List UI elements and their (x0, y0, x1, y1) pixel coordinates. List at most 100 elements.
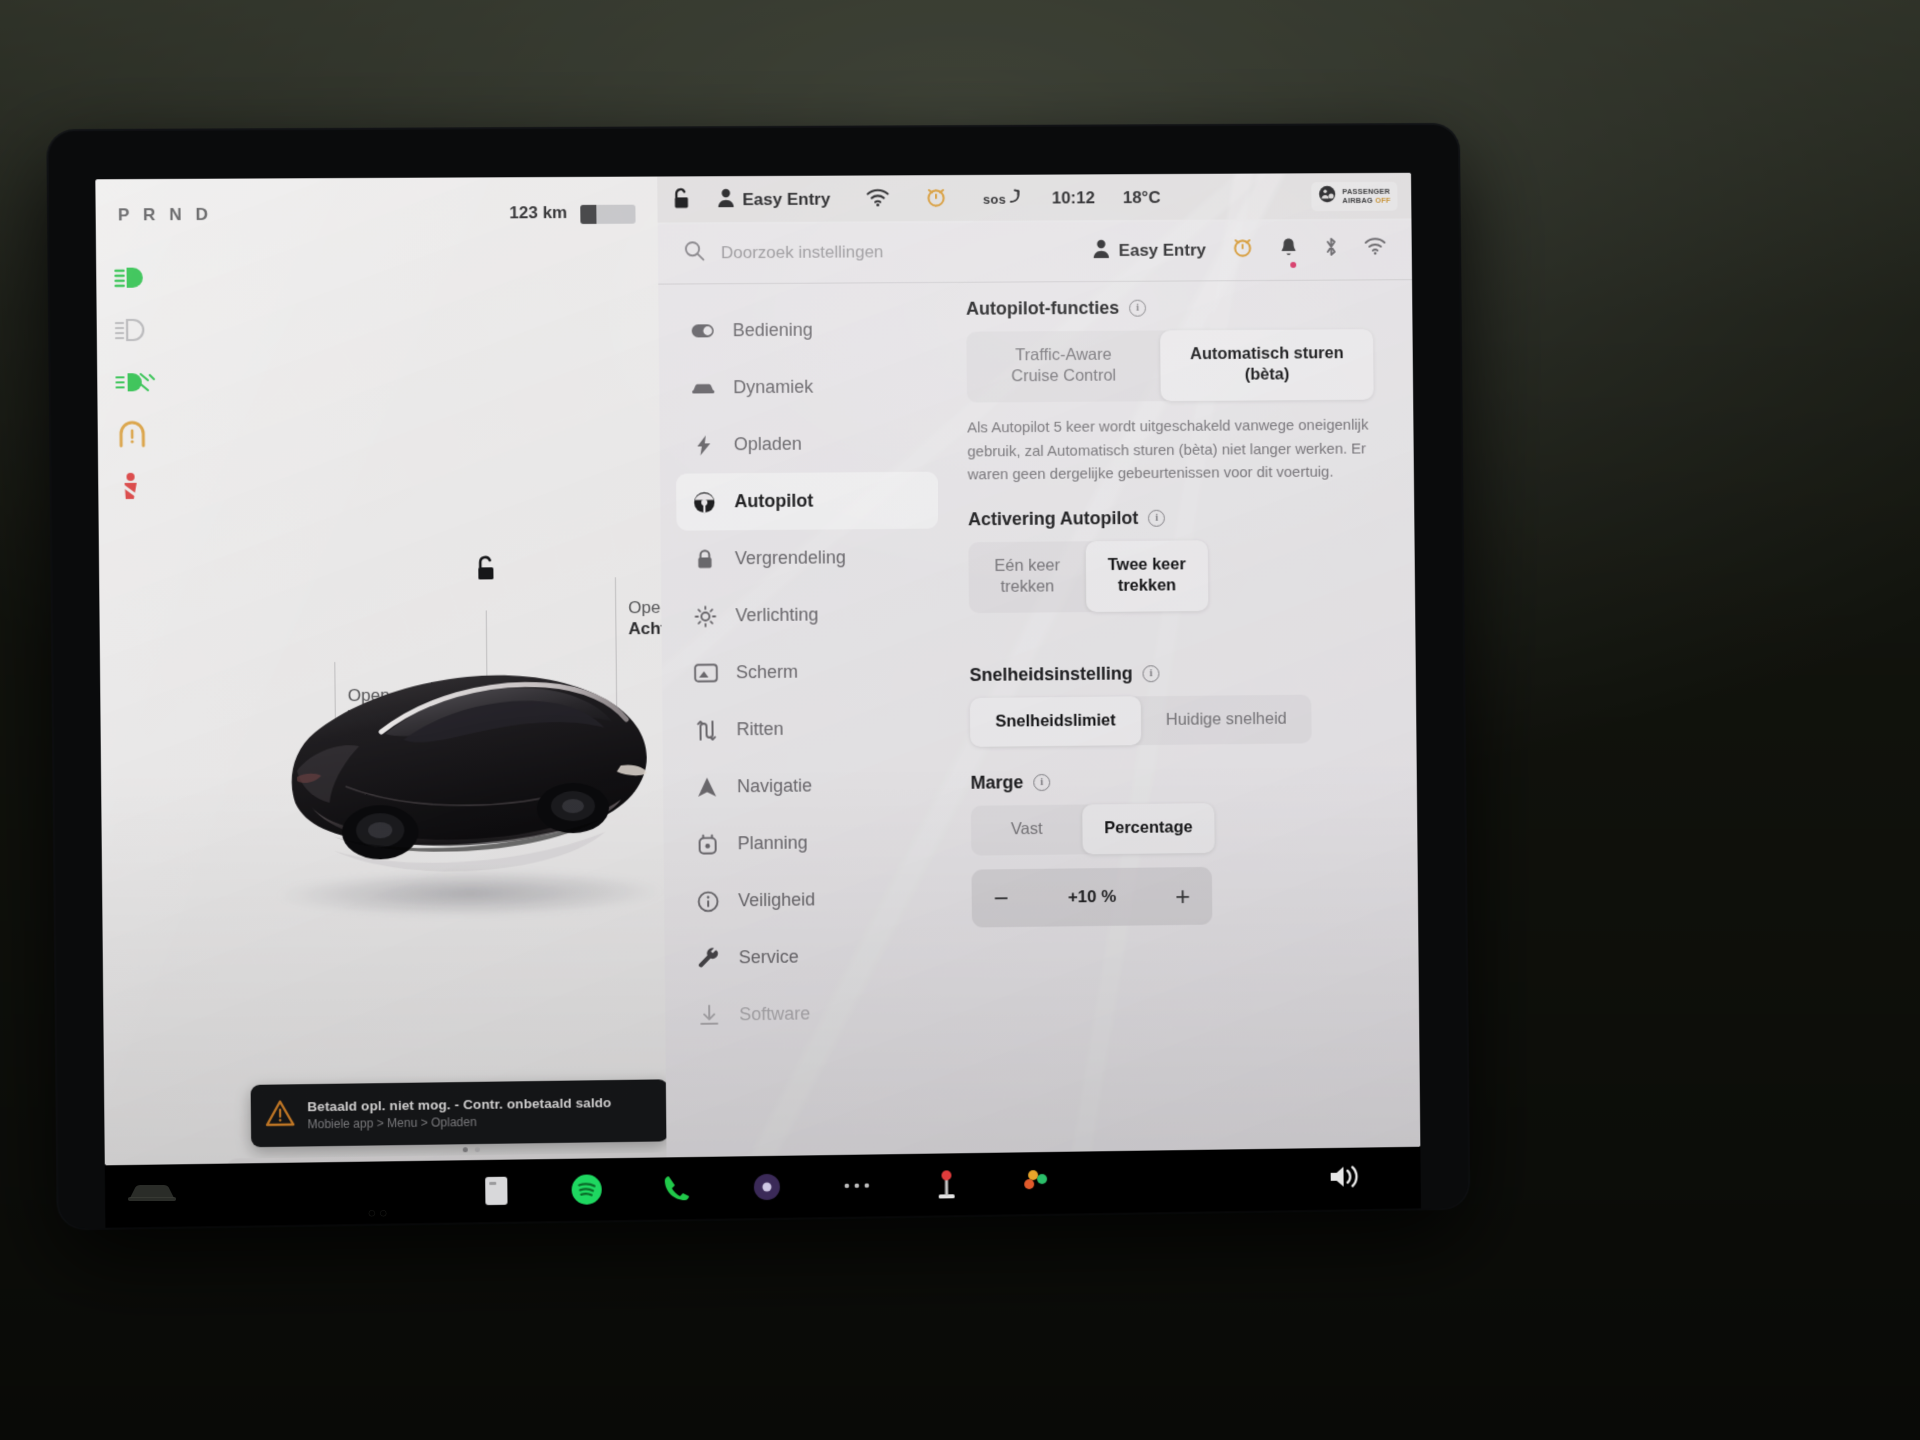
phone-app-icon[interactable] (660, 1171, 694, 1206)
option-single-pull[interactable]: Eén keer trekken (968, 541, 1086, 613)
vehicle-panel: P R N D 123 km Open Open Betaald opl. ni… (95, 176, 712, 1166)
car-icon (691, 380, 715, 396)
search-input[interactable]: Doorzoek instellingen (721, 241, 1077, 263)
tacc-line2: Cruise Control (1011, 367, 1117, 386)
sidebar-item-autopilot[interactable]: Autopilot (676, 471, 939, 531)
sidebar-item-navigatie[interactable]: Navigatie (679, 756, 941, 816)
dashboard-sensor-glyph: ◌ ◌ (368, 1205, 388, 1220)
info-icon[interactable]: i (1142, 665, 1160, 683)
sidebar-item-bediening[interactable]: Bediening (674, 301, 936, 360)
margin-stepper[interactable]: − +10 % + (971, 866, 1213, 928)
double-pull-line1: Twee keer (1107, 555, 1186, 574)
wifi-icon[interactable] (866, 188, 889, 211)
download-icon (697, 1004, 721, 1026)
vehicle-render[interactable] (251, 607, 676, 902)
speed-setting-segmented-control[interactable]: Snelheidslimiet Huidige snelheid (969, 694, 1312, 748)
telltale-indicators (114, 251, 173, 513)
navigation-arrow-icon (695, 776, 719, 798)
sidebar-label: Veiligheid (738, 889, 816, 911)
autopilot-features-heading-row: Autopilot-functies i (966, 296, 1373, 319)
passenger-airbag-indicator: PASSENGER AIRBAG OFF (1311, 181, 1398, 212)
sidebar-item-service[interactable]: Service (680, 927, 942, 987)
airbag-label-line2: AIRBAG (1342, 195, 1373, 205)
airbag-person-icon (1319, 185, 1337, 208)
page-indicator-dots[interactable] (462, 1147, 480, 1153)
settings-body: Bediening Dynamiek Opladen Autopilot Ver… (658, 280, 1420, 1157)
unlocked-padlock-icon[interactable] (474, 554, 498, 587)
option-percentage[interactable]: Percentage (1082, 803, 1215, 855)
sidebar-item-software[interactable]: Software (681, 984, 943, 1044)
autopilot-settings-content: Autopilot-functies i Traffic-Aware Cruis… (936, 280, 1420, 1153)
sidebar-label: Bediening (732, 319, 813, 341)
sos-arc-icon (1009, 188, 1022, 209)
joystick-app-icon[interactable] (929, 1167, 963, 1201)
autopilot-features-segmented-control[interactable]: Traffic-Aware Cruise Control Automatisch… (966, 329, 1374, 403)
wifi-icon[interactable] (1364, 238, 1386, 261)
sidebar-item-scherm[interactable]: Scherm (678, 642, 940, 701)
settings-sheet: Doorzoek instellingen Easy Entry Bedieni… (657, 218, 1421, 1158)
margin-value: +10 % (1067, 886, 1117, 907)
toggle-switch-icon (691, 323, 715, 338)
sidebar-item-verlichting[interactable]: Verlichting (677, 585, 939, 644)
more-apps-icon[interactable] (840, 1168, 874, 1202)
info-icon[interactable]: i (1148, 509, 1166, 527)
margin-segmented-control[interactable]: Vast Percentage (970, 803, 1215, 856)
bell-icon[interactable] (1279, 237, 1298, 268)
margin-increase-button[interactable]: + (1175, 881, 1190, 911)
sidebar-item-ritten[interactable]: Ritten (678, 699, 940, 759)
sidebar-item-planning[interactable]: Planning (679, 813, 941, 873)
option-speed-limit[interactable]: Snelheidslimiet (969, 696, 1142, 748)
info-icon[interactable]: i (1033, 774, 1051, 792)
display-icon (693, 663, 718, 682)
alarm-clock-icon[interactable] (925, 186, 947, 213)
wrench-icon (697, 947, 721, 969)
toast-subtitle: Mobiele app > Menu > Opladen (307, 1114, 477, 1132)
search-icon (684, 240, 705, 266)
sidebar-item-dynamiek[interactable]: Dynamiek (675, 358, 937, 417)
person-icon (717, 188, 734, 212)
option-current-speed[interactable]: Huidige snelheid (1141, 694, 1312, 745)
option-traffic-aware-cruise-control[interactable]: Traffic-Aware Cruise Control (966, 330, 1161, 402)
speed-setting-heading-row: Snelheidsinstelling i (969, 661, 1376, 686)
media-app-icon[interactable] (750, 1170, 784, 1204)
range-readout: 123 km (509, 203, 568, 223)
page-dot-2[interactable] (474, 1147, 480, 1153)
info-icon[interactable]: i (1129, 299, 1147, 317)
alarm-clock-icon[interactable] (1232, 236, 1254, 263)
page-dot-1[interactable] (462, 1147, 468, 1153)
option-double-pull[interactable]: Twee keer trekken (1085, 540, 1208, 612)
low-beam-on-icon (114, 251, 171, 304)
seatbelt-warning-icon (116, 460, 173, 513)
sidebar-label: Scherm (735, 661, 799, 683)
option-autosteer-beta[interactable]: Automatisch sturen (bèta) (1160, 329, 1374, 402)
speaker-volume-icon[interactable] (1328, 1162, 1362, 1197)
autopilot-activation-heading-row: Activering Autopilot i (968, 506, 1375, 530)
tesla-touchscreen: P R N D 123 km Open Open Betaald opl. ni… (48, 124, 1469, 1229)
sidebar-item-opladen[interactable]: Opladen (675, 415, 937, 474)
toast-title: Betaald opl. niet mog. - Contr. onbetaal… (307, 1095, 612, 1115)
bluetooth-icon[interactable] (1324, 236, 1339, 263)
settings-profile-button[interactable]: Easy Entry (1093, 238, 1206, 263)
airbag-state: OFF (1375, 195, 1391, 205)
sidebar-label: Verlichting (735, 604, 819, 626)
arcade-app-icon[interactable] (1019, 1166, 1053, 1200)
driver-profile-status[interactable]: Easy Entry (717, 188, 830, 213)
card-app-icon[interactable] (479, 1174, 513, 1209)
unlocked-padlock-icon[interactable] (671, 186, 691, 215)
high-beam-off-icon (115, 304, 172, 357)
steering-wheel-icon (692, 490, 716, 514)
margin-decrease-button[interactable]: − (993, 883, 1008, 913)
sos-label: sos (982, 191, 1007, 207)
screen-glass: P R N D 123 km Open Open Betaald opl. ni… (95, 172, 1421, 1166)
single-pull-line2: trekken (1000, 577, 1055, 597)
autopilot-activation-segmented-control[interactable]: Eén keer trekken Twee keer trekken (968, 540, 1208, 613)
sidebar-label: Ritten (736, 718, 784, 740)
sos-button[interactable]: sos (983, 188, 1022, 209)
option-fixed[interactable]: Vast (971, 805, 1083, 856)
sidebar-label: Vergrendeling (734, 547, 846, 569)
charging-warning-toast[interactable]: Betaald opl. niet mog. - Contr. onbetaal… (250, 1079, 669, 1148)
spotify-app-icon[interactable] (569, 1172, 603, 1207)
sidebar-item-veiligheid[interactable]: Veiligheid (680, 870, 942, 930)
clock-time: 10:12 (1051, 188, 1096, 208)
sidebar-item-vergrendeling[interactable]: Vergrendeling (677, 529, 939, 588)
